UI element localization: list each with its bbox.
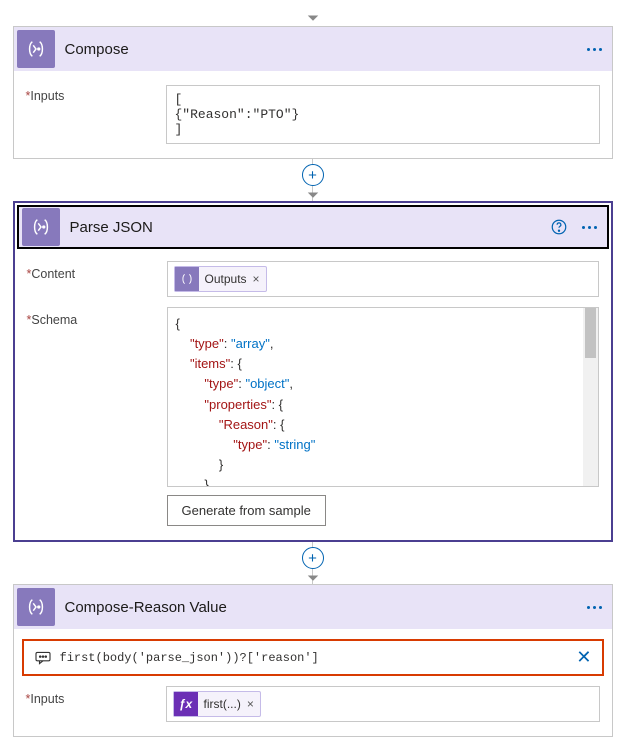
card-compose-reason: Compose-Reason Value first(body('parse_j… [13,584,613,737]
inputs-label: *Inputs [26,686,166,722]
connector: + [302,542,324,584]
more-icon [582,226,597,229]
inputs-label: *Inputs [26,83,166,144]
card-menu-button[interactable] [587,48,602,51]
scrollbar[interactable] [583,308,598,486]
close-tooltip-button[interactable]: ✕ [576,647,591,668]
compose-icon [17,588,55,626]
token-remove-button[interactable]: × [253,272,260,286]
token-outputs[interactable]: Outputs × [174,266,267,292]
compose-inputs-field[interactable]: [ {"Reason":"PTO"} ] [166,85,600,144]
compose-reason-inputs-field[interactable]: ƒx first(...) × [166,686,600,722]
help-button[interactable] [550,218,568,236]
token-expression[interactable]: ƒx first(...) × [173,691,261,717]
card-title: Compose-Reason Value [65,599,577,616]
data-operations-icon [175,267,199,291]
card-header-compose-reason[interactable]: Compose-Reason Value [14,585,612,629]
parse-json-icon [22,208,60,246]
token-remove-button[interactable]: × [247,697,254,711]
schema-label: *Schema [27,307,167,526]
compose-icon [17,30,55,68]
arrow-down-icon [304,568,322,586]
arrow-down-icon [304,8,322,26]
card-header-parse-json[interactable]: Parse JSON [17,205,609,249]
more-icon [587,48,602,51]
card-title: Parse JSON [70,219,540,236]
card-compose: Compose *Inputs [ {"Reason":"PTO"} ] [13,26,613,159]
card-header-compose[interactable]: Compose [14,27,612,71]
add-step-button[interactable]: + [302,164,324,186]
generate-from-sample-button[interactable]: Generate from sample [167,495,326,526]
schema-field[interactable]: { "type": "array", "items": { "type": "o… [167,307,599,487]
arrow-down-icon [304,185,322,203]
content-label: *Content [27,261,167,297]
card-menu-button[interactable] [587,606,602,609]
fx-icon: ƒx [174,692,198,716]
more-icon [587,606,602,609]
card-parse-json: Parse JSON *Content [13,201,613,542]
card-title: Compose [65,41,577,58]
token-label: first(...) [204,697,241,711]
speech-bubble-icon [34,651,52,665]
token-label: Outputs [205,272,247,286]
card-menu-button[interactable] [582,226,597,229]
expression-tooltip: first(body('parse_json'))?['reason'] ✕ [22,639,604,676]
expression-text: first(body('parse_json'))?['reason'] [60,651,569,665]
content-field[interactable]: Outputs × [167,261,599,297]
add-step-button[interactable]: + [302,547,324,569]
connector: + [302,159,324,201]
